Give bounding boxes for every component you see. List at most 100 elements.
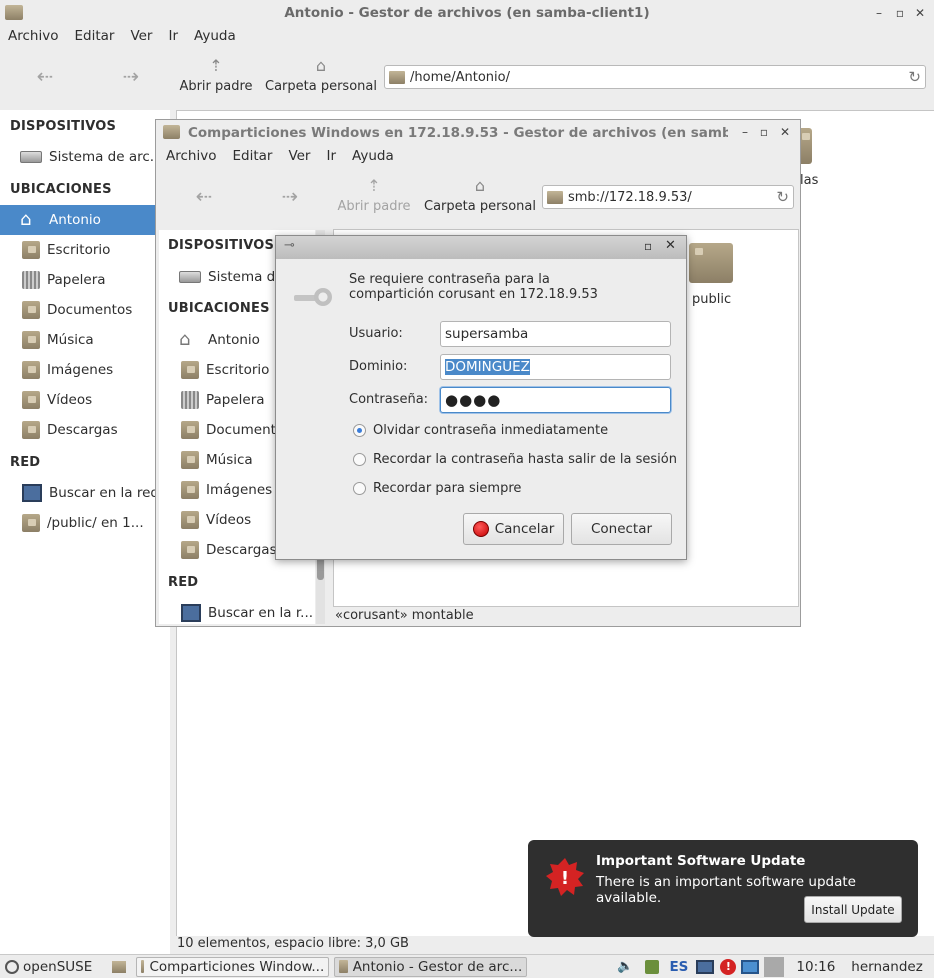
maximize-icon[interactable]: ▫	[644, 239, 652, 253]
user-name[interactable]: hernandez	[851, 959, 923, 975]
radio-remember-session-label[interactable]: Recordar la contraseña hasta salir de la…	[373, 452, 677, 467]
sidebar-item-imagenes[interactable]: Imágenes	[159, 475, 272, 505]
network-header: RED	[10, 455, 41, 470]
start-label: openSUSE	[23, 958, 93, 975]
user-field[interactable]: supersamba	[440, 321, 671, 347]
menu-archivo[interactable]: Archivo	[0, 28, 66, 44]
up-button[interactable]: ⇡ Abrir padre	[176, 56, 256, 94]
sidebar-item-videos[interactable]: Vídeos	[0, 385, 92, 415]
menu-editar[interactable]: Editar	[224, 148, 280, 164]
network-tray-icon[interactable]	[696, 959, 715, 974]
sidebar-item-documentos[interactable]: Documentos	[0, 295, 132, 325]
location-bar[interactable]: smb://172.18.9.53/ ↻	[542, 185, 794, 209]
alert-tray-icon[interactable]: !	[720, 958, 737, 975]
forward-button[interactable]: ⇢	[276, 184, 304, 208]
home-button[interactable]: ⌂ Carpeta personal	[262, 56, 380, 94]
radio-remember-forever-label[interactable]: Recordar para siempre	[373, 481, 521, 496]
home-icon: ⌂	[20, 209, 32, 230]
sidebar-item-descargas[interactable]: Descargas	[0, 415, 118, 445]
monitor-tray-icon[interactable]	[741, 959, 760, 974]
downloads-folder-icon	[181, 541, 199, 559]
update-applet-icon[interactable]	[645, 959, 660, 974]
sidebar-item-label: Vídeos	[206, 512, 252, 528]
sidebar-item-label: Documentos	[47, 302, 133, 318]
sidebar-item-antonio[interactable]: ⌂ Antonio	[159, 325, 260, 355]
location-bar[interactable]: /home/Antonio/ ↻	[384, 65, 926, 89]
menu-ayuda[interactable]: Ayuda	[186, 28, 244, 44]
folder-icon	[5, 5, 23, 20]
dialog-titlebar[interactable]: ⊸ ▫ ✕	[276, 236, 686, 259]
sidebar-item-label: Sistema de arc...	[49, 149, 163, 165]
sidebar-item-videos[interactable]: Vídeos	[159, 505, 251, 535]
menu-editar[interactable]: Editar	[66, 28, 122, 44]
sidebar-item-descargas[interactable]: Descargas	[159, 535, 277, 565]
location-path: smb://172.18.9.53/	[568, 189, 692, 205]
password-field[interactable]: ●●●●	[440, 387, 671, 413]
menu-ver[interactable]: Ver	[280, 148, 318, 164]
radio-forget-immediately-label[interactable]: Olvidar contraseña inmediatamente	[373, 423, 608, 438]
maximize-icon[interactable]: ▫	[755, 123, 773, 141]
sidebar-item-browse-network[interactable]: Buscar en la r...	[159, 598, 313, 624]
menu-ver[interactable]: Ver	[122, 28, 160, 44]
main-sidebar: DISPOSITIVOS Sistema de arc... UBICACION…	[0, 110, 170, 954]
sidebar-item-filesystem[interactable]: Sistema de arc...	[0, 142, 170, 172]
close-icon[interactable]: ✕	[665, 238, 676, 253]
workspace-switcher[interactable]	[764, 956, 785, 977]
main-titlebar[interactable]: Antonio - Gestor de archivos (en samba-c…	[0, 0, 934, 26]
sidebar-item-escritorio[interactable]: Escritorio	[159, 355, 269, 385]
up-button[interactable]: ⇡ Abrir padre	[334, 176, 414, 214]
home-icon: ⌂	[315, 56, 327, 75]
close-icon[interactable]: ✕	[911, 4, 929, 22]
minimize-icon[interactable]: –	[736, 123, 754, 141]
show-desktop-icon[interactable]	[112, 960, 127, 973]
menu-ir[interactable]: Ir	[160, 28, 186, 44]
sidebar-item-musica[interactable]: Música	[0, 325, 94, 355]
task-samba-window[interactable]: Comparticiones Window...	[136, 956, 330, 977]
forward-button[interactable]: ⇢	[116, 64, 146, 88]
back-button[interactable]: ⇠	[30, 64, 60, 88]
samba-titlebar[interactable]: Comparticiones Windows en 172.18.9.53 - …	[156, 120, 800, 146]
clock[interactable]: 10:16	[796, 959, 835, 975]
samba-menubar: Archivo Editar Ver Ir Ayuda	[158, 146, 800, 166]
sidebar-item-browse-network[interactable]: Buscar en la red	[0, 478, 159, 508]
minimize-icon[interactable]: –	[870, 4, 888, 22]
sidebar-item-musica[interactable]: Música	[159, 445, 253, 475]
folder-icon	[339, 960, 348, 973]
back-button[interactable]: ⇠	[190, 184, 218, 208]
radio-forget-immediately[interactable]	[353, 424, 366, 437]
menu-ayuda[interactable]: Ayuda	[344, 148, 402, 164]
update-notification[interactable]: ! Important Software Update There is an …	[528, 840, 918, 937]
menu-ir[interactable]: Ir	[318, 148, 344, 164]
close-icon[interactable]: ✕	[776, 123, 794, 141]
sidebar-item-papelera[interactable]: Papelera	[159, 385, 265, 415]
sidebar-item-antonio[interactable]: ⌂ Antonio	[0, 205, 170, 235]
sidebar-item-imagenes[interactable]: Imágenes	[0, 355, 113, 385]
start-menu-button[interactable]: openSUSE	[5, 959, 92, 975]
sidebar-item-filesystem[interactable]: Sistema d	[159, 262, 275, 292]
domain-field[interactable]: DOMINGUEZ	[440, 354, 671, 380]
public-folder-label[interactable]: public	[692, 292, 731, 307]
task-antonio-window[interactable]: Antonio - Gestor de arc...	[334, 956, 528, 977]
sidebar-item-documentos[interactable]: Document	[159, 415, 276, 445]
volume-icon[interactable]: 🔈	[617, 959, 633, 974]
sidebar-item-public-share[interactable]: /public/ en 1...	[0, 508, 144, 538]
folder-icon	[547, 190, 563, 204]
maximize-icon[interactable]: ▫	[891, 4, 909, 22]
connect-button[interactable]: Conectar	[571, 513, 672, 545]
public-folder-icon[interactable]	[689, 243, 733, 283]
videos-folder-icon	[22, 391, 40, 409]
reload-icon[interactable]: ↻	[776, 188, 789, 206]
reload-icon[interactable]: ↻	[908, 68, 921, 86]
radio-remember-session[interactable]	[353, 453, 366, 466]
install-update-button[interactable]: Install Update	[804, 896, 902, 923]
samba-status-bar: «corusant» montable	[335, 608, 474, 623]
cancel-button[interactable]: Cancelar	[463, 513, 564, 545]
sidebar-item-label: Buscar en la red	[49, 485, 159, 501]
sidebar-item-papelera[interactable]: Papelera	[0, 265, 106, 295]
places-header: UBICACIONES	[168, 301, 270, 316]
home-button[interactable]: ⌂ Carpeta personal	[422, 176, 538, 214]
menu-archivo[interactable]: Archivo	[158, 148, 224, 164]
radio-remember-forever[interactable]	[353, 482, 366, 495]
sidebar-item-escritorio[interactable]: Escritorio	[0, 235, 110, 265]
keyboard-layout-indicator[interactable]: ES	[669, 959, 688, 975]
